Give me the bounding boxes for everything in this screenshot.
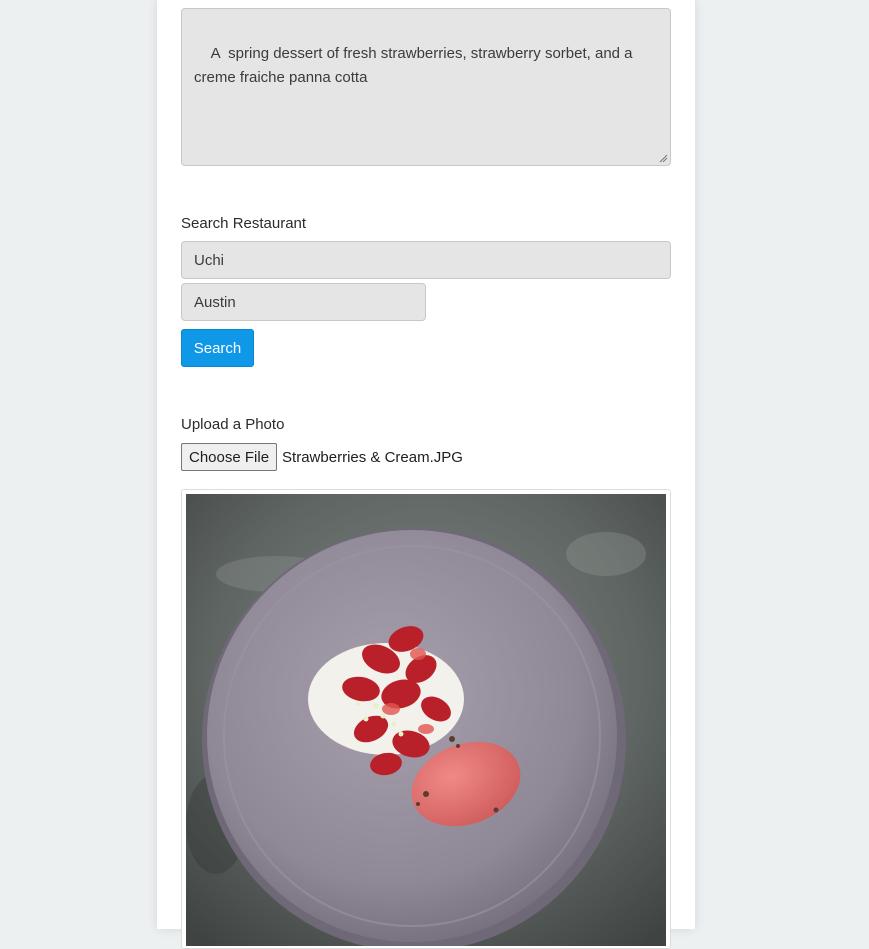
form-card: A spring dessert of fresh strawberries, … [157, 0, 695, 949]
search-button[interactable]: Search [181, 329, 254, 367]
city-value: Austin [194, 293, 236, 311]
file-input[interactable]: Choose File Strawberries & Cream.JPG [181, 443, 463, 471]
upload-photo-label: Upload a Photo [181, 416, 285, 433]
selected-file-name: Strawberries & Cream.JPG [282, 448, 463, 466]
choose-file-button[interactable]: Choose File [181, 443, 278, 471]
city-input[interactable]: Austin [181, 283, 426, 321]
photo-preview [181, 489, 671, 949]
restaurant-name-input[interactable]: Uchi [181, 241, 671, 279]
search-restaurant-label: Search Restaurant [181, 215, 307, 232]
restaurant-name-value: Uchi [194, 251, 225, 269]
resize-grip-icon[interactable] [659, 154, 668, 163]
dessert-photo [186, 494, 666, 946]
description-textarea[interactable]: A spring dessert of fresh strawberries, … [181, 8, 671, 166]
description-text: A spring dessert of fresh strawberries, … [194, 45, 637, 86]
